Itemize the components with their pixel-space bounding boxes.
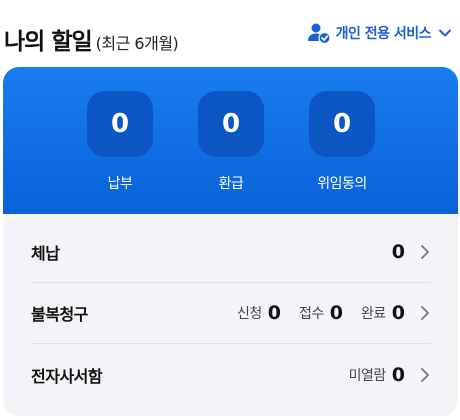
header: 나의 할일 (최근 6개월) 개인 전용 서비스 [0,0,460,68]
stat-refund[interactable]: 0 환급 [196,91,266,193]
mailbox-status-count: 0 [391,364,405,386]
appeal-status-count: 0 [391,302,405,324]
chevron-down-icon [439,29,451,37]
stat-delegation[interactable]: 0 위임동의 [307,91,377,193]
row-arrears-label: 체납 [31,244,60,263]
row-mailbox[interactable]: 전자사서함 미열람 0 [31,345,431,405]
appeal-status-applied: 신청 0 [237,302,281,324]
stat-delegation-label: 위임동의 [317,176,367,192]
personal-service-label: 개인 전용 서비스 [335,26,432,42]
todo-summary-panel: 0 납부 0 환급 0 위임동의 [3,67,458,214]
appeal-status-key: 완료 [361,306,386,322]
stat-refund-count: 0 [198,91,264,157]
chevron-right-icon [421,306,429,320]
stat-refund-label: 환급 [218,176,244,192]
page-title: 나의 할일 (최근 6개월) [4,22,179,56]
stat-payment[interactable]: 0 납부 [85,91,155,193]
row-mailbox-label: 전자사서함 [31,367,103,386]
row-appeal[interactable]: 불복청구 신청 0 접수 0 완료 0 [31,283,431,343]
row-appeal-label: 불복청구 [31,305,88,324]
user-check-icon [307,23,331,45]
mailbox-status-list: 미열람 0 [331,364,405,386]
personal-service-button[interactable]: 개인 전용 서비스 [307,20,452,46]
appeal-status-key: 신청 [237,306,262,322]
mailbox-status-key: 미열람 [348,368,387,384]
appeal-status-received: 접수 0 [299,302,343,324]
row-arrears[interactable]: 체납 0 [31,222,431,282]
stat-payment-count: 0 [87,91,153,157]
row-arrears-count: 0 [391,241,405,263]
stat-delegation-count: 0 [309,91,375,157]
todo-detail-panel: 체납 0 불복청구 신청 0 접수 0 완료 0 전자사서함 미열람 0 [3,214,458,416]
page-title-text: 나의 할일 [4,29,93,55]
chevron-right-icon [421,368,429,382]
chevron-right-icon [421,245,429,259]
appeal-status-key: 접수 [299,306,324,322]
appeal-status-count: 0 [267,302,281,324]
mailbox-status-unread: 미열람 0 [349,364,405,386]
page-subtitle: (최근 6개월) [95,34,179,53]
appeal-status-list: 신청 0 접수 0 완료 0 [219,302,405,324]
row-divider [31,343,431,344]
appeal-status-count: 0 [329,302,343,324]
stat-payment-label: 납부 [107,176,133,192]
appeal-status-completed: 완료 0 [361,302,405,324]
